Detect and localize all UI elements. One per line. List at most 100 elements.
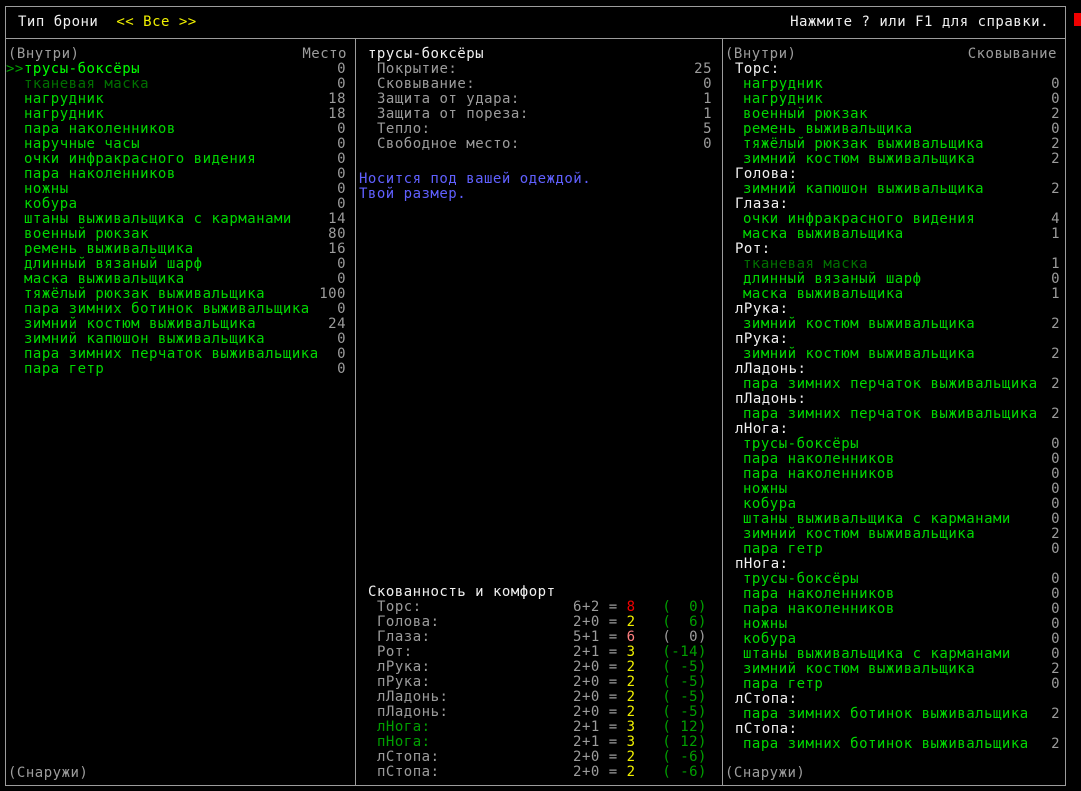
bodypart-item-name: маска выживальщика [743, 286, 904, 302]
bodypart-item-name: пара наколенников [743, 466, 895, 482]
item-info-panel: трусы-боксёры Покрытие: 25 Сковывание: 0 Защ… [356, 39, 723, 785]
worn-item-row[interactable]: наручные часы 0 [6, 137, 355, 152]
bodypart-item-row: нагрудник 0 [723, 77, 1065, 92]
bodypart-group-label: лРука: [735, 301, 789, 317]
bodypart-item-name: нагрудник [743, 91, 824, 107]
encumbrance-formula: 2+0 [573, 764, 600, 780]
worn-item-row[interactable]: кобура 0 [6, 197, 355, 212]
worn-item-row[interactable]: пара наколенников 0 [6, 122, 355, 137]
warmth-value: ( -5) [662, 704, 707, 720]
bodypart-item-name: зимний костюм выживальщика [743, 526, 976, 542]
selection-marker: >> [6, 61, 24, 77]
bodypart-item-encumbrance: 4 [1051, 211, 1060, 227]
worn-item-storage-value: 0 [337, 76, 346, 92]
bodypart-item-name: ремень выживальщика [743, 121, 913, 137]
equals-sign: = [599, 734, 627, 750]
bodypart-group-label: Рот: [735, 241, 771, 257]
worn-item-row[interactable]: ножны 0 [6, 182, 355, 197]
bodypart-item-name: пара зимних перчаток выживальщика [743, 406, 1038, 422]
warmth-value: ( -5) [662, 674, 707, 690]
bodypart-group-label: лСтопа: [735, 691, 798, 707]
bodypart-item-row: ножны 0 [723, 482, 1065, 497]
worn-item-name: пара наколенников [24, 121, 176, 137]
selection-marker [6, 302, 24, 317]
bodypart-item-encumbrance: 0 [1051, 451, 1060, 467]
worn-item-storage-value: 0 [337, 361, 346, 377]
bodypart-item-row: пара наколенников 0 [723, 587, 1065, 602]
worn-items-list: >> трусы-боксёры 0 тканевая маска 0 нагрудник… [6, 62, 355, 377]
bodypart-item-row: кобура 0 [723, 632, 1065, 647]
bodypart-item-name: длинный вязаный шарф [743, 271, 922, 287]
selection-marker [6, 92, 24, 107]
bodypart-item-name: зимний капюшон выживальщика [743, 181, 985, 197]
worn-item-row[interactable]: пара зимних ботинок выживальщика 0 [6, 302, 355, 317]
worn-item-row[interactable]: ремень выживальщика 16 [6, 242, 355, 257]
worn-item-name: пара наколенников [24, 166, 176, 182]
selection-marker [6, 137, 24, 152]
bodypart-item-name: зимний костюм выживальщика [743, 346, 976, 362]
worn-item-row[interactable]: пара зимних перчаток выживальщика 0 [6, 347, 355, 362]
worn-item-storage-value: 0 [337, 301, 346, 317]
worn-item-row[interactable]: пара гетр 0 [6, 362, 355, 377]
warmth-value: ( 12) [662, 719, 707, 735]
bodypart-group-label: Торс: [735, 61, 780, 77]
worn-item-row[interactable]: тяжёлый рюкзак выживальщика 100 [6, 287, 355, 302]
selection-marker [6, 242, 24, 257]
selection-marker [6, 227, 24, 242]
bodypart-item-name: военный рюкзак [743, 106, 869, 122]
worn-item-row[interactable]: нагрудник 18 [6, 107, 355, 122]
bodypart-item-encumbrance: 0 [1051, 646, 1060, 662]
bodypart-item-name: трусы-боксёры [743, 571, 860, 587]
warmth-value: ( 0) [662, 599, 707, 615]
encumbrance-row: Торс: 6+2 = 8 ( 0) [356, 600, 722, 615]
bodypart-item-row: очки инфракрасного видения 4 [723, 212, 1065, 227]
bodypart-item-encumbrance: 2 [1051, 406, 1060, 422]
encumbrance-total: 2 [626, 659, 636, 675]
worn-item-row[interactable]: очки инфракрасного видения 0 [6, 152, 355, 167]
bodypart-item-name: зимний костюм выживальщика [743, 661, 976, 677]
worn-item-row[interactable]: маска выживальщика 0 [6, 272, 355, 287]
equals-sign: = [599, 599, 627, 615]
selection-marker [6, 152, 24, 167]
bodypart-item-row: ножны 0 [723, 617, 1065, 632]
worn-item-name: тяжёлый рюкзак выживальщика [24, 286, 266, 302]
encumbrance-row: Глаза: 5+1 = 6 ( 0) [356, 630, 722, 645]
worn-item-row[interactable]: нагрудник 18 [6, 92, 355, 107]
encumbrance-total: 2 [626, 764, 636, 780]
bodypart-item-row: тканевая маска 1 [723, 257, 1065, 272]
worn-item-row[interactable]: зимний костюм выживальщика 24 [6, 317, 355, 332]
worn-item-row[interactable]: длинный вязаный шарф 0 [6, 257, 355, 272]
worn-item-row[interactable]: военный рюкзак 80 [6, 227, 355, 242]
bodypart-item-encumbrance: 2 [1051, 316, 1060, 332]
bodypart-item-encumbrance: 1 [1051, 226, 1060, 242]
worn-item-row[interactable]: тканевая маска 0 [6, 77, 355, 92]
left-panel-header: (Внутри) Место [6, 47, 355, 62]
armor-type-filter[interactable]: << Все >> [116, 7, 196, 38]
worn-items-panel: (Внутри) Место >> трусы-боксёры 0 тканевая … [6, 39, 356, 785]
warmth-value: ( -5) [662, 689, 707, 705]
bodypart-item-row: маска выживальщика 1 [723, 227, 1065, 242]
bodypart-item-encumbrance: 0 [1051, 436, 1060, 452]
equals-sign: = [599, 659, 627, 675]
worn-item-storage-value: 0 [337, 331, 346, 347]
bodypart-item-encumbrance: 2 [1051, 661, 1060, 677]
warmth-value: ( -6) [662, 764, 707, 780]
bodypart-name: пЛадонь: [377, 704, 449, 720]
worn-item-row[interactable]: пара наколенников 0 [6, 167, 355, 182]
layer-label-inner-right: (Внутри) [725, 46, 797, 62]
worn-item-row[interactable]: зимний капюшон выживальщика 0 [6, 332, 355, 347]
worn-item-name: кобура [24, 196, 78, 212]
item-description-line: Твой размер. [359, 186, 467, 202]
encumbrance-total: 8 [626, 599, 636, 615]
bodypart-name: лЛадонь: [377, 689, 449, 705]
worn-item-storage-value: 0 [337, 166, 346, 182]
item-stat-row: Покрытие: 25 [356, 62, 722, 77]
bodypart-item-encumbrance: 2 [1051, 181, 1060, 197]
bodypart-group-label: лНога: [735, 421, 789, 437]
bodypart-item-encumbrance: 0 [1051, 616, 1060, 632]
worn-item-row[interactable]: >> трусы-боксёры 0 [6, 62, 355, 77]
bodypart-group-label: пНога: [735, 556, 789, 572]
worn-item-row[interactable]: штаны выживальщика с карманами 14 [6, 212, 355, 227]
selection-marker [6, 362, 24, 377]
bodypart-item-encumbrance: 0 [1051, 676, 1060, 692]
